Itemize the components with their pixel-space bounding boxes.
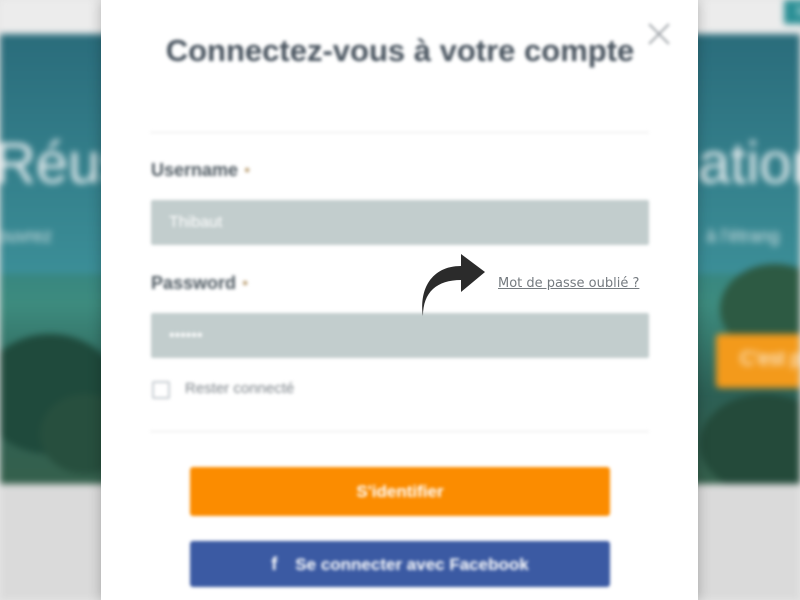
remember-me-label[interactable]: Rester connecté: [185, 380, 294, 397]
modal-title: Connectez-vous à votre compte: [165, 33, 635, 68]
required-mark: •: [242, 273, 249, 293]
divider-bottom: [150, 431, 649, 432]
hero-cta-button[interactable]: C'est p: [716, 334, 800, 388]
facebook-icon: f: [271, 554, 278, 574]
facebook-button-label: Se connecter avec Facebook: [295, 555, 529, 574]
username-input[interactable]: [151, 200, 649, 245]
required-mark: •: [244, 160, 251, 180]
facebook-login-button[interactable]: f Se connecter avec Facebook: [190, 541, 610, 587]
login-modal: Connectez-vous à votre compte Username • …: [101, 0, 698, 600]
hero-title-right: ation: [698, 131, 800, 196]
hero-subtitle-left: ouvrez: [0, 226, 53, 246]
login-button[interactable]: S'identifier: [190, 467, 610, 516]
topbar-signup-button[interactable]: Se: [784, 0, 800, 24]
login-modal-content: Connectez-vous à votre compte Username • …: [101, 0, 698, 600]
password-label: Password •: [151, 273, 248, 294]
palm-tree-shape: [700, 394, 800, 484]
divider-top: [150, 132, 649, 133]
password-label-text: Password: [151, 273, 237, 293]
hero-subtitle-right: à l'étrang: [706, 226, 780, 246]
forgot-password-link[interactable]: Mot de passe oublié ?: [498, 276, 639, 291]
remember-me-checkbox[interactable]: [152, 381, 170, 399]
password-input[interactable]: [151, 313, 649, 358]
close-icon[interactable]: [647, 22, 671, 46]
username-label-text: Username: [151, 160, 239, 180]
curved-arrow-icon: [422, 254, 485, 316]
username-label: Username •: [151, 160, 250, 181]
